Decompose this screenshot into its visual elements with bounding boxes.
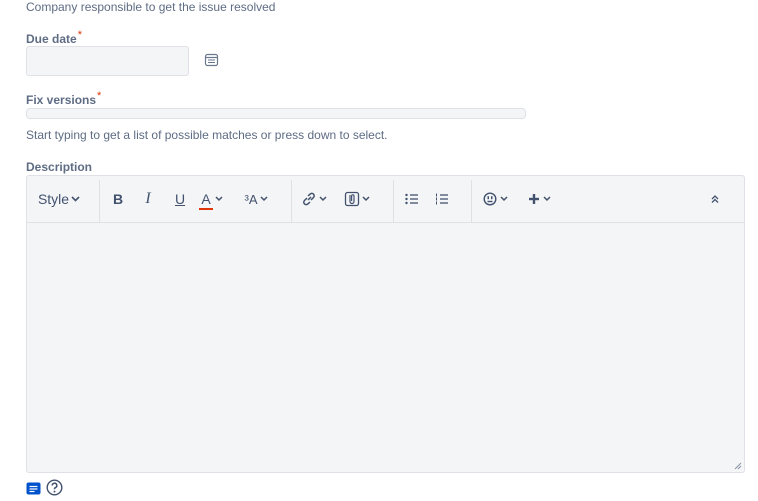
company-help-text: Company responsible to get the issue res…	[26, 0, 276, 14]
toolbar-divider	[291, 180, 292, 222]
insert-more-button[interactable]	[523, 176, 555, 222]
plus-icon	[528, 194, 539, 204]
fix-versions-input[interactable]	[26, 108, 526, 119]
description-editor: Style B I U A ³A	[26, 175, 745, 473]
underline-button[interactable]: U	[171, 176, 189, 222]
text-color-bar	[199, 208, 213, 210]
fix-versions-help-text: Start typing to get a list of possible m…	[26, 128, 388, 142]
attachment-icon	[344, 191, 360, 207]
chevron-down-icon	[319, 196, 327, 202]
attachment-button[interactable]	[341, 176, 373, 222]
numbered-list-icon	[436, 193, 448, 205]
chevron-down-icon	[259, 196, 268, 202]
editor-toolbar: Style B I U A ³A	[27, 176, 744, 223]
description-label: Description	[26, 160, 93, 174]
required-marker: *	[97, 90, 102, 102]
text-effects-button[interactable]: ³A	[239, 176, 273, 222]
due-date-label: Due date*	[26, 29, 82, 46]
numbered-list-button[interactable]	[433, 176, 451, 222]
toolbar-divider	[99, 180, 100, 222]
due-date-input[interactable]	[26, 46, 189, 76]
emoji-button[interactable]	[479, 176, 511, 222]
style-dropdown[interactable]: Style	[35, 176, 83, 222]
text-mode-icon[interactable]	[26, 482, 41, 495]
calendar-icon[interactable]	[204, 52, 219, 67]
bullet-list-button[interactable]	[403, 176, 421, 222]
bullet-list-icon	[405, 193, 418, 205]
chevron-down-icon	[362, 196, 370, 202]
chevron-down-icon	[499, 196, 508, 202]
italic-button[interactable]: I	[139, 176, 157, 222]
help-icon[interactable]	[46, 479, 63, 496]
bold-button[interactable]: B	[109, 176, 127, 222]
text-effects-icon: ³A	[244, 191, 258, 207]
fix-versions-label: Fix versions*	[26, 90, 102, 107]
chevron-down-icon	[71, 196, 80, 202]
collapse-toolbar-button[interactable]	[705, 176, 725, 222]
required-marker: *	[77, 29, 82, 41]
chevron-down-icon	[215, 196, 223, 202]
resize-handle-icon[interactable]	[734, 462, 742, 470]
editor-content-area[interactable]	[27, 223, 744, 472]
link-button[interactable]	[299, 176, 329, 222]
text-color-letter: A	[201, 191, 211, 207]
text-color-icon: A	[199, 191, 213, 210]
toolbar-divider	[393, 180, 394, 222]
style-label: Style	[37, 191, 70, 207]
chevron-down-icon	[542, 196, 551, 202]
toolbar-divider	[471, 180, 472, 222]
text-color-button[interactable]: A	[197, 176, 227, 222]
link-icon	[303, 192, 315, 206]
chevron-double-up-icon	[711, 195, 719, 203]
emoji-icon	[482, 192, 497, 206]
